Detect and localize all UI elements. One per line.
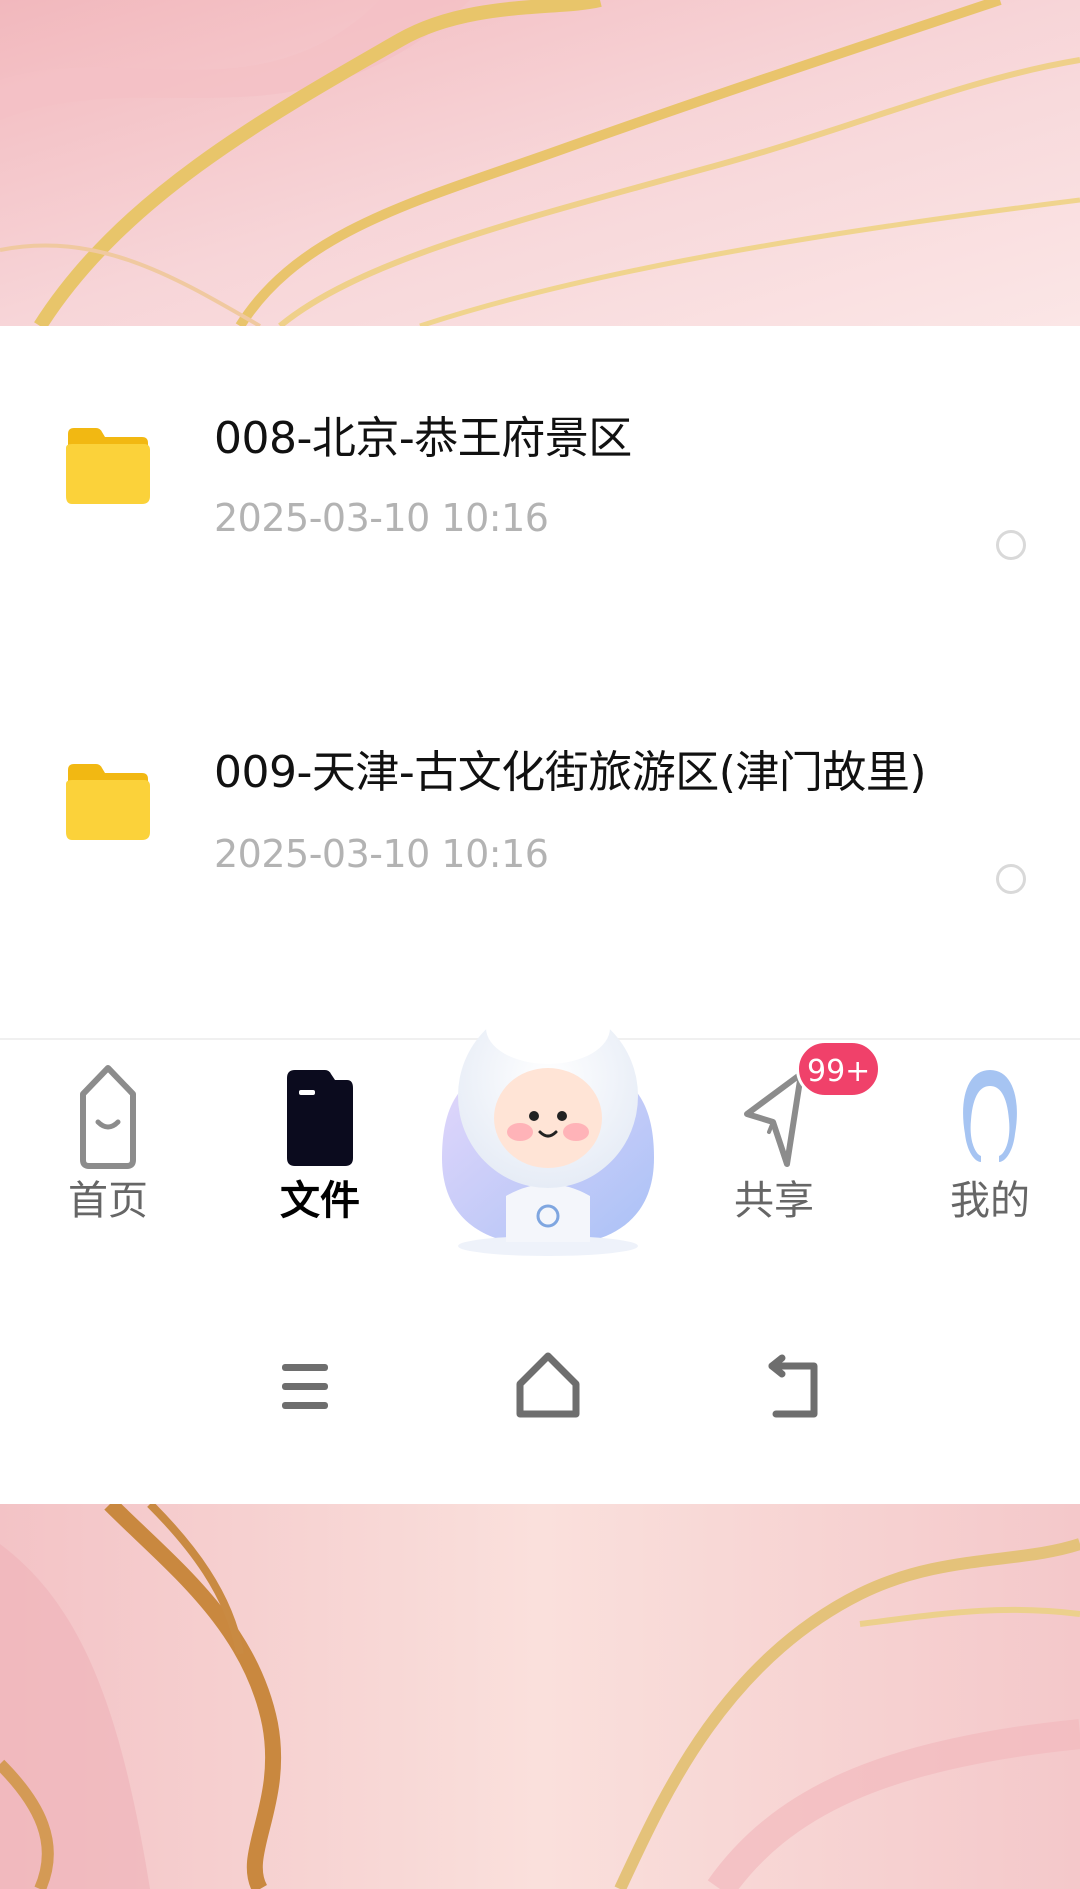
tab-label: 文件 [280,1178,360,1224]
select-checkbox[interactable] [996,864,1026,894]
folder-icon [66,428,150,504]
profile-icon [963,1070,1017,1162]
assistant-mascot-icon[interactable] [436,946,660,1266]
tab-files[interactable]: 文件 [250,1040,390,1240]
tab-label: 首页 [68,1178,148,1224]
select-checkbox[interactable] [996,530,1026,560]
file-date: 2025-03-10 10:16 [214,832,549,876]
folder-icon [66,764,150,840]
list-item[interactable]: 009-天津-古文化街旅游区(津门故里) 2025-03-10 10:16 [0,722,1080,922]
tab-home[interactable]: 首页 [38,1040,178,1240]
list-item[interactable]: 008-北京-恭王府景区 2025-03-10 10:16 [0,386,1080,586]
file-name: 009-天津-古文化街旅游区(津门故里) [214,747,927,798]
marble-background-top [0,0,1080,326]
system-navigation-bar [0,1336,1080,1456]
notification-badge: 99+ [796,1040,882,1098]
tab-profile[interactable]: 我的 [920,1040,1060,1240]
home-icon [80,1065,136,1169]
menu-icon[interactable] [254,1336,354,1436]
tab-label: 共享 [734,1178,814,1224]
back-icon[interactable] [744,1336,844,1436]
file-name: 008-北京-恭王府景区 [214,413,632,464]
file-date: 2025-03-10 10:16 [214,496,549,540]
file-list-panel: 008-北京-恭王府景区 2025-03-10 10:16 009-天津-古文化… [0,326,1080,1504]
marble-background-bottom [0,1504,1080,1889]
tab-label: 我的 [950,1178,1030,1224]
home-outline-icon[interactable] [498,1336,598,1436]
file-icon [287,1070,353,1166]
